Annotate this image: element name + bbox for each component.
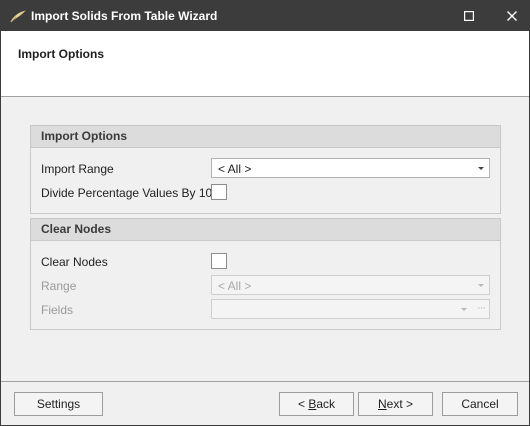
settings-button[interactable]: Settings [14,392,103,416]
back-button-label: < Back [298,397,335,411]
back-rest: ack [316,397,336,411]
back-button[interactable]: < Back [279,392,354,416]
close-button[interactable] [497,1,527,31]
clear-nodes-heading: Clear Nodes [31,219,500,241]
next-rest: ext > [386,397,414,411]
fields-dropdown[interactable]: ··· [211,299,490,319]
ellipsis-button[interactable]: ··· [477,302,486,314]
clear-nodes-group: Clear Nodes Clear Nodes Range < All > Fi… [30,218,501,330]
chevron-down-icon [461,308,467,311]
divide-percentage-checkbox[interactable] [211,184,227,200]
maximize-icon [464,11,474,21]
back-prefix: < [297,397,309,411]
import-range-value: < All > [218,162,252,176]
fields-label: Fields [41,303,74,317]
page-title: Import Options [18,47,104,61]
range-dropdown[interactable]: < All > [211,275,490,295]
cancel-button-label: Cancel [461,397,499,411]
wizard-window: Import Solids From Table Wizard Import O… [0,0,530,426]
next-button-label: Next > [378,397,413,411]
import-range-label: Import Range [41,162,114,176]
import-options-heading: Import Options [31,126,500,148]
import-range-dropdown[interactable]: < All > [211,158,490,178]
chevron-down-icon [478,167,484,170]
settings-button-label: Settings [36,397,81,411]
chevron-down-icon [478,284,484,287]
clear-nodes-label: Clear Nodes [41,255,108,269]
window-title: Import Solids From Table Wizard [31,9,218,23]
close-icon [507,11,517,21]
wizard-header: Import Options [1,31,529,97]
next-mnemonic: N [377,397,387,411]
cancel-button[interactable]: Cancel [442,392,518,416]
range-label: Range [41,279,77,293]
maximize-button[interactable] [454,1,484,31]
range-value: < All > [218,279,252,293]
divide-percentage-label: Divide Percentage Values By 100 [41,186,219,200]
import-options-group: Import Options Import Range < All > Divi… [30,125,501,214]
title-bar[interactable]: Import Solids From Table Wizard [1,1,529,31]
footer-divider [1,381,529,382]
clear-nodes-checkbox[interactable] [211,253,227,269]
next-button[interactable]: Next > [358,392,433,416]
feather-icon [10,9,26,23]
